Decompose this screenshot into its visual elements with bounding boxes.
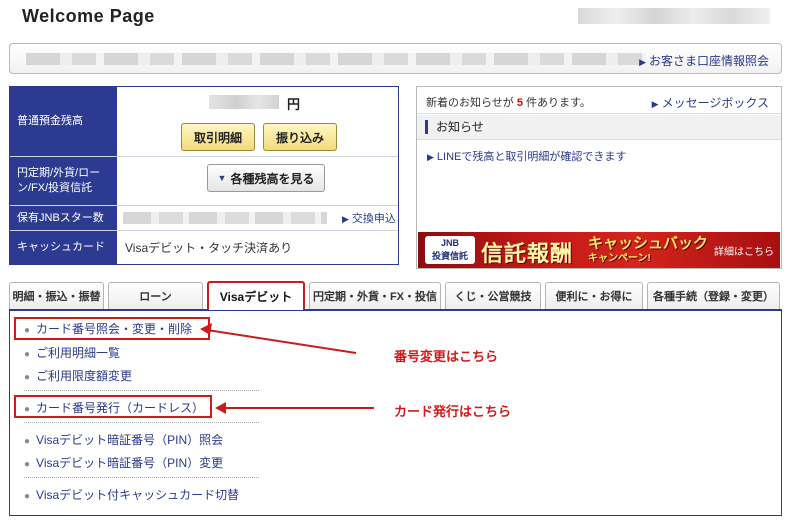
view-balances-button[interactable]: ▼ 各種残高を見る xyxy=(207,164,325,192)
star-label: 保有JNBスター数 xyxy=(10,206,117,230)
notice-item-label: LINEで残高と取引明細が確認できます xyxy=(436,151,627,163)
notice-header: お知らせ xyxy=(417,115,781,140)
highlight-card-number xyxy=(14,317,210,340)
tab-lottery[interactable]: くじ・公営競技 xyxy=(445,282,541,309)
menu-item-usage-list[interactable]: ● ご利用明細一覧 xyxy=(24,344,120,361)
cashcard-value: Visaデビット・タッチ決済あり xyxy=(125,241,293,255)
tab-visa-debit[interactable]: Visaデビット xyxy=(207,281,305,310)
menu-item-pin-inquiry[interactable]: ● Visaデビット暗証番号（PIN）照会 xyxy=(24,431,223,448)
triangle-right-icon: ▶ xyxy=(651,99,659,109)
view-balances-label: 各種残高を見る xyxy=(230,171,315,186)
highlight-card-issue xyxy=(14,395,212,418)
bullet-icon: ● xyxy=(24,459,31,470)
notice-item-line[interactable]: ▶ LINEで残高と取引明細が確認できます xyxy=(427,148,626,164)
service-tabs: 明細・振込・振替 ローン Visaデビット 円定期・外貨・FX・投信 くじ・公営… xyxy=(9,281,782,310)
menu-item-label: Visaデビット暗証番号（PIN）照会 xyxy=(36,433,224,447)
tab-benefits[interactable]: 便利に・お得に xyxy=(545,282,643,309)
notice-title: お知らせ xyxy=(425,120,484,134)
triangle-right-icon: ▶ xyxy=(427,152,434,162)
account-info-link-label: お客さま口座情報照会 xyxy=(648,54,769,68)
banner-sub-text: キャッシュバック キャンペーン! xyxy=(588,235,708,265)
balance-summary-panel: 普通預金残高 円 取引明細 振り込み 円定期/外貨/ローン/FX/投資信託 ▼ … xyxy=(9,86,399,265)
star-count-redacted xyxy=(123,212,327,224)
banner-logo-line2: 投資信託 xyxy=(431,251,468,261)
menu-item-label: Visaデビット暗証番号（PIN）変更 xyxy=(36,456,224,470)
account-info-link[interactable]: ▶ お客さま口座情報照会 xyxy=(639,52,769,69)
message-box-link[interactable]: ▶ メッセージボックス xyxy=(652,94,769,111)
cashcard-label: キャッシュカード xyxy=(10,231,117,264)
account-info-bar: ▶ お客さま口座情報照会 xyxy=(9,43,782,74)
menu-item-label: ご利用限度額変更 xyxy=(36,369,133,383)
balance-amount-redacted xyxy=(209,95,279,109)
new-notice-suffix: 件あります。 xyxy=(526,97,591,109)
exchange-link-label: 交換申込 xyxy=(351,213,396,225)
news-header: 新着のお知らせが 5 件あります。 ▶ メッセージボックス xyxy=(417,87,781,114)
jnb-fund-logo: JNB 投資信託 xyxy=(425,236,475,264)
menu-item-label: Visaデビット付キャッシュカード切替 xyxy=(36,488,240,502)
bullet-icon: ● xyxy=(24,349,31,360)
tab-deposits-fx[interactable]: 円定期・外貨・FX・投信 xyxy=(309,282,441,309)
tab-procedures[interactable]: 各種手続（登録・変更） xyxy=(647,282,780,309)
bullet-icon: ● xyxy=(24,436,31,447)
banner-sub-line1: キャッシュバック xyxy=(588,235,709,252)
menu-divider xyxy=(24,422,259,423)
menu-item-limit-change[interactable]: ● ご利用限度額変更 xyxy=(24,367,132,384)
exchange-link[interactable]: ▶ 交換申込 xyxy=(342,210,396,226)
new-notice-prefix: 新着のお知らせが xyxy=(426,97,514,109)
banner-main-text: 信託報酬 xyxy=(481,242,574,267)
tab-loan[interactable]: ローン xyxy=(108,282,203,309)
banner-detail-link[interactable]: 詳細はこちら xyxy=(714,243,774,258)
menu-divider xyxy=(24,477,259,478)
news-panel: 新着のお知らせが 5 件あります。 ▶ メッセージボックス お知らせ ▶ LINEで… xyxy=(416,86,782,269)
campaign-banner[interactable]: JNB 投資信託 信託報酬 キャッシュバック キャンペーン! 詳細はこちら xyxy=(418,232,780,268)
page-title: Welcome Page xyxy=(22,6,155,26)
other-balances-label: 円定期/外貨/ローン/FX/投資信託 xyxy=(10,157,117,205)
menu-item-pin-change[interactable]: ● Visaデビット暗証番号（PIN）変更 xyxy=(24,454,223,471)
triangle-right-icon: ▶ xyxy=(342,214,349,224)
transfer-button[interactable]: 振り込み xyxy=(263,123,337,151)
menu-item-label: ご利用明細一覧 xyxy=(36,346,121,360)
cashcard-row: キャッシュカード Visaデビット・タッチ決済あり xyxy=(10,231,398,264)
annotation-number-change: 番号変更はこちら xyxy=(394,349,499,364)
star-row: 保有JNBスター数 ▶ 交換申込 xyxy=(10,206,398,231)
menu-item-card-switch[interactable]: ● Visaデビット付キャッシュカード切替 xyxy=(24,486,239,503)
triangle-right-icon: ▶ xyxy=(639,57,646,67)
banner-logo-line1: JNB xyxy=(440,238,459,248)
balance-label: 普通預金残高 xyxy=(10,87,117,156)
banner-sub-line2: キャンペーン! xyxy=(588,253,651,264)
user-name-redacted xyxy=(578,8,770,24)
account-number-redacted xyxy=(26,53,646,65)
triangle-down-icon: ▼ xyxy=(217,173,227,183)
statement-button[interactable]: 取引明細 xyxy=(181,123,255,151)
currency-unit: 円 xyxy=(287,97,301,112)
new-notice-count: 新着のお知らせが 5 件あります。 xyxy=(426,94,591,110)
message-box-label: メッセージボックス xyxy=(661,96,769,110)
new-notice-number: 5 xyxy=(516,97,523,109)
balance-row: 普通預金残高 円 取引明細 振り込み xyxy=(10,87,398,157)
menu-divider xyxy=(24,390,259,391)
tab-statements[interactable]: 明細・振込・振替 xyxy=(9,282,104,309)
annotation-card-issue: カード発行はこちら xyxy=(394,404,512,419)
bullet-icon: ● xyxy=(24,372,31,383)
bullet-icon: ● xyxy=(24,491,31,502)
other-balances-row: 円定期/外貨/ローン/FX/投資信託 ▼ 各種残高を見る xyxy=(10,157,398,206)
